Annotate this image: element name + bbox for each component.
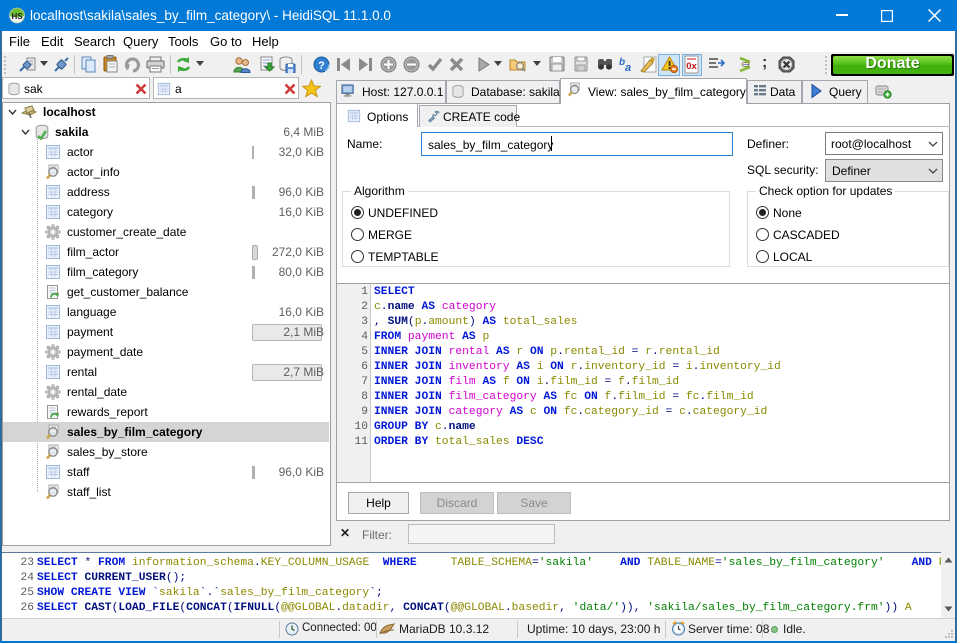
svg-text:a: a — [625, 62, 631, 73]
svg-text:HS: HS — [11, 12, 23, 21]
svg-text:?: ? — [318, 60, 325, 72]
svg-text:0x: 0x — [686, 61, 697, 72]
